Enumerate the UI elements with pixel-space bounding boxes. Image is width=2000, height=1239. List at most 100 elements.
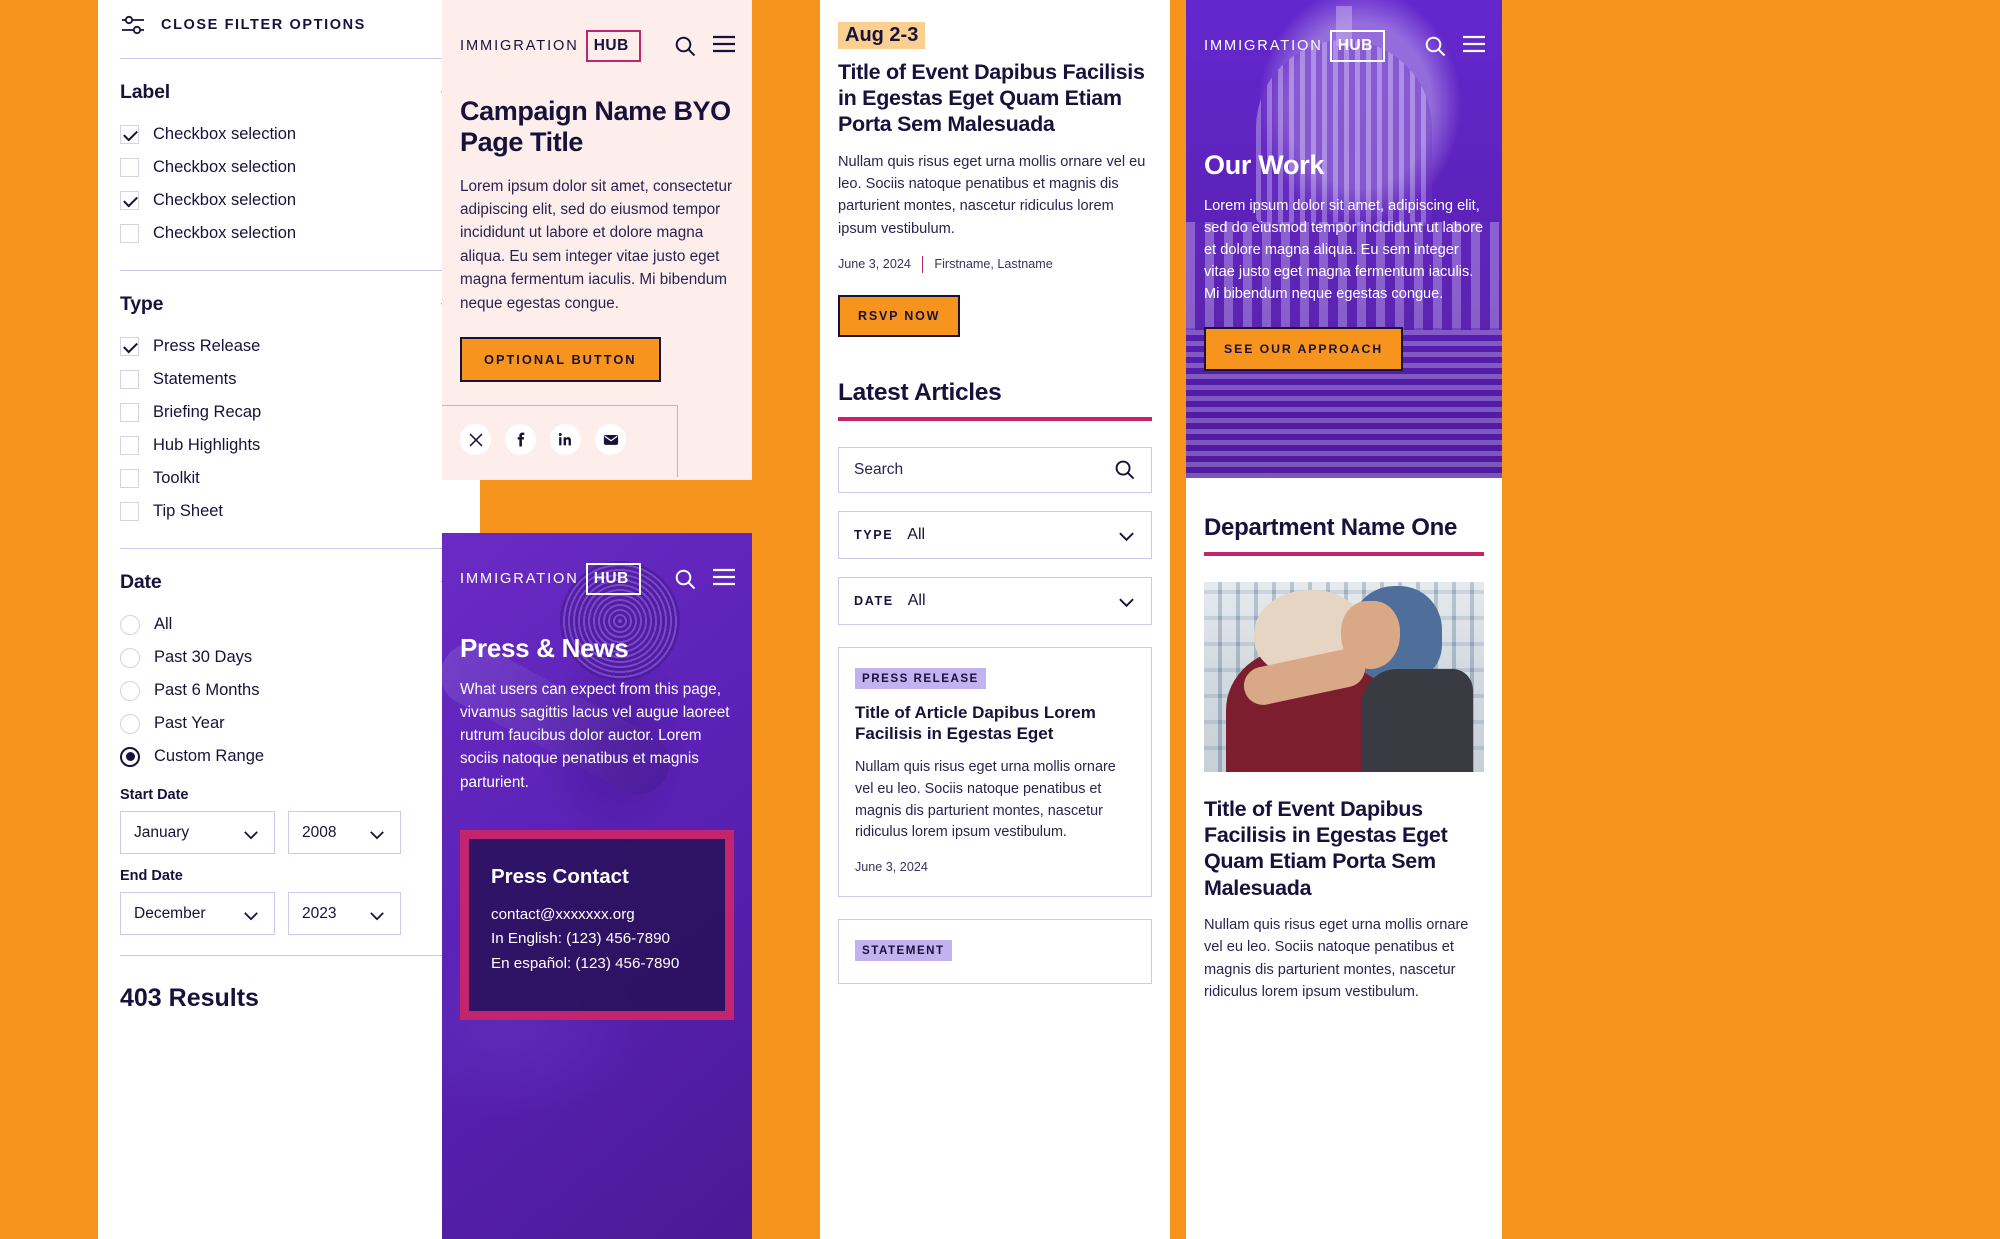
article-card[interactable]: STATEMENT <box>838 918 1152 984</box>
linkedin-icon[interactable] <box>550 424 581 455</box>
event-paragraph: Nullam quis risus eget urna mollis ornar… <box>1204 916 1469 1000</box>
checkbox-label: Checkbox selection <box>153 125 297 143</box>
campaign-paragraph: Lorem ipsum dolor sit amet, consectetur … <box>460 177 733 312</box>
start-year-value: 2008 <box>302 823 337 841</box>
search-icon[interactable] <box>674 35 696 57</box>
checkbox-label: Checkbox selection <box>153 191 297 209</box>
search-icon[interactable] <box>1424 35 1446 57</box>
checkbox-row[interactable]: Toolkit <box>120 462 458 495</box>
checkbox[interactable] <box>120 502 139 521</box>
filter-group-header[interactable]: Label <box>120 81 458 104</box>
end-year-select[interactable]: 2023 <box>288 892 401 935</box>
start-year-select[interactable]: 2008 <box>288 811 401 854</box>
checkbox[interactable] <box>120 158 139 177</box>
checkbox[interactable] <box>120 191 139 210</box>
checkbox-row[interactable]: Statements <box>120 363 458 396</box>
site-header: IMMIGRATION HUB <box>442 533 752 595</box>
event-byline: June 3, 2024 Firstname, Lastname <box>838 255 1152 273</box>
checkbox[interactable] <box>120 403 139 422</box>
logo-hub-mark: HUB <box>585 563 641 595</box>
logo-wordmark: IMMIGRATION <box>460 570 579 587</box>
filter-group-label: Label Checkbox selection Checkbox select… <box>120 59 458 270</box>
checkbox[interactable] <box>120 469 139 488</box>
checkbox-row[interactable]: Checkbox selection <box>120 184 458 217</box>
press-paragraph: What users can expect from this page, vi… <box>460 680 730 791</box>
hamburger-menu-icon[interactable] <box>712 35 735 57</box>
latest-articles-heading: Latest Articles <box>838 378 1002 406</box>
radio-row[interactable]: Past 6 Months <box>120 674 458 707</box>
press-news-page-mockup: IMMIGRATION HUB Press & News What users … <box>442 533 752 1239</box>
optional-button[interactable]: OPTIONAL BUTTON <box>460 337 661 382</box>
checkbox-row[interactable]: Hub Highlights <box>120 429 458 462</box>
rsvp-now-button[interactable]: RSVP NOW <box>838 294 961 337</box>
checkbox-row[interactable]: Press Release <box>120 330 458 363</box>
date-filter-key: DATE <box>854 593 894 608</box>
press-contact-english: In English: (123) 456-7890 <box>491 930 670 948</box>
checkbox[interactable] <box>120 224 139 243</box>
chevron-down-icon <box>243 908 261 921</box>
radio-button[interactable] <box>120 746 140 767</box>
radio-button[interactable] <box>120 614 140 635</box>
article-card[interactable]: PRESS RELEASE Title of Article Dapibus L… <box>838 646 1152 897</box>
checkbox-label: Statements <box>153 370 237 388</box>
our-work-title: Our Work <box>1204 149 1325 180</box>
filter-group-header[interactable]: Type <box>120 293 458 316</box>
close-filter-options-button[interactable]: CLOSE FILTER OPTIONS <box>120 0 458 58</box>
checkbox-row[interactable]: Checkbox selection <box>120 118 458 151</box>
type-filter-select[interactable]: TYPE All <box>838 510 1152 559</box>
search-icon[interactable] <box>1114 459 1136 481</box>
filter-group-header[interactable]: Date <box>120 571 458 594</box>
logo-hub-mark: HUB <box>1329 30 1385 62</box>
hamburger-menu-icon[interactable] <box>1462 35 1485 57</box>
social-share-bar <box>442 405 678 477</box>
end-year-value: 2023 <box>302 904 337 922</box>
checkbox-label: Toolkit <box>153 469 200 487</box>
radio-label: All <box>154 615 173 633</box>
end-month-select[interactable]: December <box>120 892 275 935</box>
event-title: Title of Event Dapibus Facilisis in Eges… <box>1204 797 1448 900</box>
checkbox-row[interactable]: Briefing Recap <box>120 396 458 429</box>
immigration-hub-logo[interactable]: IMMIGRATION HUB <box>1204 30 1385 62</box>
start-month-select[interactable]: January <box>120 811 275 854</box>
facebook-icon[interactable] <box>505 424 536 455</box>
radio-row[interactable]: Past Year <box>120 707 458 740</box>
checkbox-row[interactable]: Tip Sheet <box>120 495 458 528</box>
see-our-approach-button[interactable]: SEE OUR APPROACH <box>1204 327 1404 372</box>
press-contact-card: Press Contact contact@xxxxxxx.org In Eng… <box>460 829 734 1020</box>
event-date-chip: Aug 2-3 <box>838 22 926 49</box>
search-icon[interactable] <box>674 568 696 590</box>
checkbox-row[interactable]: Checkbox selection <box>120 151 458 184</box>
chevron-down-icon <box>1118 529 1136 542</box>
radio-button[interactable] <box>120 713 140 734</box>
end-month-value: December <box>134 904 206 922</box>
checkbox[interactable] <box>120 436 139 455</box>
email-icon[interactable] <box>595 424 626 455</box>
radio-button[interactable] <box>120 647 140 668</box>
immigration-hub-logo[interactable]: IMMIGRATION HUB <box>460 563 641 595</box>
logo-wordmark: IMMIGRATION <box>1204 37 1323 54</box>
header-icons <box>1424 35 1485 57</box>
radio-button[interactable] <box>120 680 140 701</box>
radio-row[interactable]: Past 30 Days <box>120 641 458 674</box>
press-contact-email[interactable]: contact@xxxxxxx.org <box>491 903 703 928</box>
department-heading: Department Name One <box>1204 514 1458 541</box>
checkbox[interactable] <box>120 337 139 356</box>
chevron-down-icon <box>243 827 261 840</box>
radio-row[interactable]: Custom Range <box>120 740 458 773</box>
our-work-page-mockup: IMMIGRATION HUB Our Work Lorem ipsum dol… <box>1186 0 1502 1239</box>
hamburger-menu-icon[interactable] <box>712 568 735 590</box>
latest-articles-page-mockup: Aug 2-3 Title of Event Dapibus Facilisis… <box>820 0 1170 1239</box>
checkbox-row[interactable]: Checkbox selection <box>120 217 458 250</box>
radio-row[interactable]: All <box>120 608 458 641</box>
x-icon[interactable] <box>460 424 491 455</box>
checkbox[interactable] <box>120 370 139 389</box>
site-header: IMMIGRATION HUB <box>1186 0 1502 62</box>
date-filter-select[interactable]: DATE All <box>838 576 1152 625</box>
two-women-hugging-photo <box>1204 582 1484 772</box>
radio-label: Past Year <box>154 714 225 732</box>
start-month-value: January <box>134 823 190 841</box>
search-input[interactable]: Search <box>838 446 1152 493</box>
checkbox[interactable] <box>120 125 139 144</box>
checkbox-label: Briefing Recap <box>153 403 262 421</box>
immigration-hub-logo[interactable]: IMMIGRATION HUB <box>460 30 641 62</box>
